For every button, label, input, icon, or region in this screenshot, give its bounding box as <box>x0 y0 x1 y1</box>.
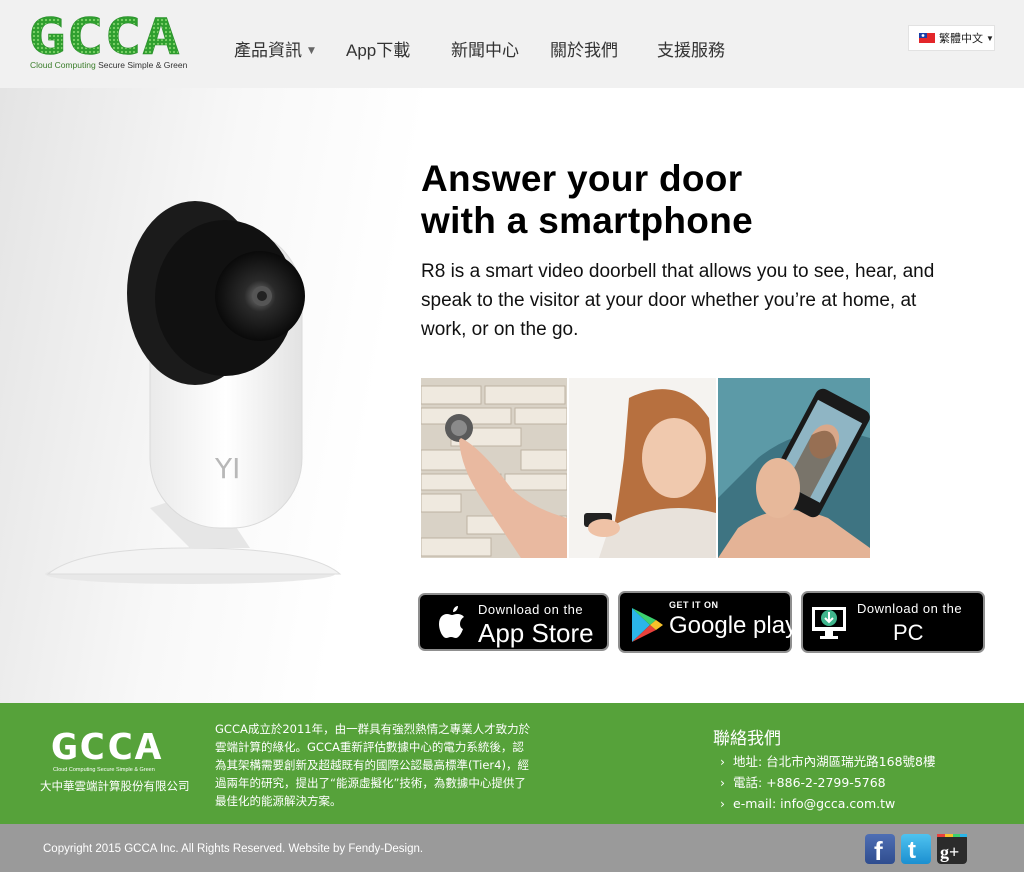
chevron-right-icon: › <box>720 796 725 811</box>
pc-download-small-text: Download on the <box>857 601 963 616</box>
site-header: GCCA Cloud Computing Secure Simple & Gre… <box>0 0 1024 88</box>
hero-section: YI Answer your door with a smartphone R8… <box>0 88 1024 703</box>
chevron-down-icon: ▼ <box>308 46 315 56</box>
app-store-big-text: App Store <box>478 618 594 648</box>
taiwan-flag-icon <box>919 33 935 43</box>
copyright-bar: Copyright 2015 GCCA Inc. All Rights Rese… <box>0 824 1024 872</box>
svg-text:Cloud Computing Secure Simple: Cloud Computing Secure Simple & Green <box>53 767 155 773</box>
nav-products[interactable]: 產品資訊 ▼ <box>234 36 315 61</box>
contact-phone: › 電話: +886-2-2799-5768 <box>720 775 886 790</box>
copyright-text: Copyright 2015 GCCA Inc. All Rights Rese… <box>43 843 424 855</box>
language-selector[interactable]: 繁體中文 ▼ <box>908 25 995 51</box>
apple-icon <box>439 606 464 638</box>
pc-download-big-text: PC <box>893 620 924 645</box>
nav-app-download[interactable]: App下載 <box>346 36 410 61</box>
google-play-big-text: Google play <box>669 612 798 639</box>
hero-description: R8 is a smart video doorbell that allows… <box>421 261 935 340</box>
svg-text:f: f <box>874 836 883 864</box>
chevron-down-icon: ▼ <box>986 33 994 43</box>
contact-email[interactable]: › e-mail: info@gcca.com.tw <box>720 793 936 814</box>
contact-list: › 地址: 台北市內湖區瑞光路168號8樓 › 電話: +886-2-2799-57… <box>720 751 936 814</box>
svg-text:g+: g+ <box>940 842 959 862</box>
google-plus-icon[interactable]: g+ <box>937 834 967 864</box>
nav-news[interactable]: 新聞中心 <box>451 36 519 61</box>
woman-with-phone-photo <box>569 378 716 558</box>
gcca-logo[interactable]: GCCA Cloud Computing Secure Simple & Gre… <box>28 8 188 74</box>
facebook-icon[interactable]: f <box>865 834 895 866</box>
chevron-right-icon: › <box>720 775 725 790</box>
google-play-icon <box>632 608 663 642</box>
nav-about[interactable]: 關於我們 <box>550 36 618 61</box>
svg-text:GCCA: GCCA <box>50 727 162 768</box>
gcca-logo-mark: GCCA <box>28 8 181 67</box>
contact-title: 聯絡我們 <box>713 729 781 749</box>
logo-tagline: Cloud Computing Secure Simple & Green <box>30 60 188 70</box>
footer-logo: GCCA Cloud Computing Secure Simple & Gre… <box>50 727 164 780</box>
google-play-small-text: GET IT ON <box>669 600 719 610</box>
chevron-right-icon: › <box>720 754 725 769</box>
language-label: 繁體中文 <box>939 33 983 45</box>
contact-address: › 地址: 台北市內湖區瑞光路168號8樓 <box>720 754 936 769</box>
hero-headline: Answer your door with a smartphone <box>421 158 753 241</box>
doorbell-press-photo <box>421 378 567 558</box>
phone-video-call-photo <box>718 378 870 558</box>
download-computer-icon <box>812 607 846 639</box>
pc-download-button[interactable]: Download on the PC <box>801 591 985 653</box>
app-store-button[interactable]: Download on the App Store <box>418 593 609 651</box>
svg-text:GCCA: GCCA <box>28 14 180 58</box>
app-store-small-text: Download on the <box>478 602 584 617</box>
feature-photos <box>421 378 870 558</box>
camera-product-image: YI <box>45 201 342 584</box>
twitter-icon[interactable]: t <box>901 834 931 864</box>
camera-brand-label: YI <box>214 452 240 485</box>
footer-about-text: GCCA成立於2011年，由一群具有強烈熱情之專業人才致力於雲端計算的綠化。GC… <box>215 722 531 808</box>
nav-support[interactable]: 支援服務 <box>657 36 725 61</box>
svg-text:t: t <box>908 837 916 864</box>
google-play-button[interactable]: GET IT ON Google play <box>618 591 797 653</box>
site-footer: GCCA Cloud Computing Secure Simple & Gre… <box>0 703 1024 824</box>
footer-company-name: 大中華雲端計算股份有限公司 <box>40 779 190 793</box>
